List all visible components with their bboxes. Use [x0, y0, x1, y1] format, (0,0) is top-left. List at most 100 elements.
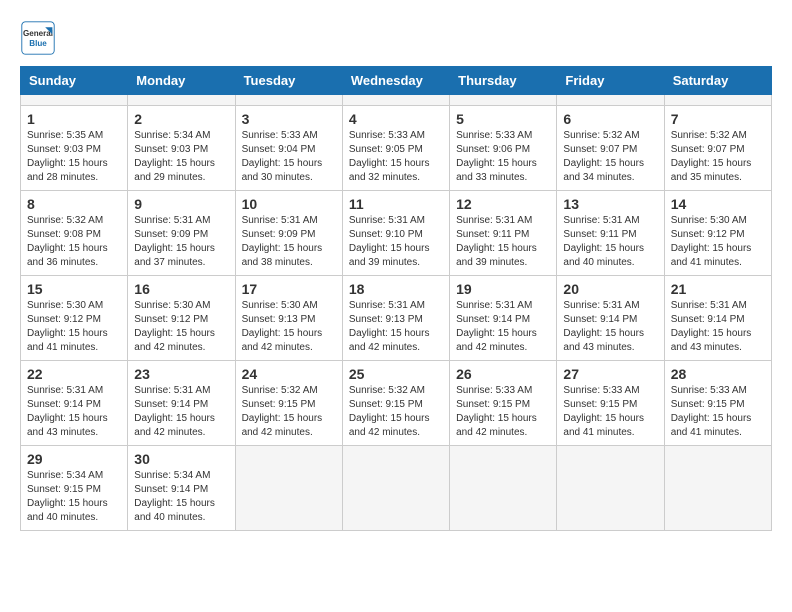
day-info: Sunrise: 5:30 AMSunset: 9:13 PMDaylight:…	[242, 300, 323, 353]
calendar-cell: 7Sunrise: 5:32 AMSunset: 9:07 PMDaylight…	[664, 106, 771, 191]
day-info: Sunrise: 5:32 AMSunset: 9:15 PMDaylight:…	[349, 385, 430, 438]
day-info: Sunrise: 5:34 AMSunset: 9:15 PMDaylight:…	[27, 470, 108, 523]
calendar-header-tuesday: Tuesday	[235, 67, 342, 95]
day-number: 16	[134, 281, 228, 297]
calendar-cell	[557, 95, 664, 106]
calendar-cell: 26 Sunrise: 5:33 AMSunset: 9:15 PMDayligh…	[450, 361, 557, 446]
day-number: 14	[671, 196, 765, 212]
calendar-cell: 20Sunrise: 5:31 AMSunset: 9:14 PMDayligh…	[557, 276, 664, 361]
calendar-cell: 29 Sunrise: 5:34 AMSunset: 9:15 PMDayligh…	[21, 446, 128, 531]
calendar-cell	[664, 446, 771, 531]
day-number: 29	[27, 451, 121, 467]
day-info: Sunrise: 5:31 AMSunset: 9:13 PMDaylight:…	[349, 300, 430, 353]
day-number: 9	[134, 196, 228, 212]
calendar-cell: 22Sunrise: 5:31 AMSunset: 9:14 PMDayligh…	[21, 361, 128, 446]
day-info: Sunrise: 5:31 AMSunset: 9:14 PMDaylight:…	[456, 300, 537, 353]
calendar-cell: 11Sunrise: 5:31 AMSunset: 9:10 PMDayligh…	[342, 191, 449, 276]
calendar-header-saturday: Saturday	[664, 67, 771, 95]
calendar-cell: 27Sunrise: 5:33 AMSunset: 9:15 PMDayligh…	[557, 361, 664, 446]
day-number: 15	[27, 281, 121, 297]
day-info: Sunrise: 5:31 AMSunset: 9:14 PMDaylight:…	[134, 385, 215, 438]
calendar-cell	[342, 446, 449, 531]
day-info: Sunrise: 5:32 AMSunset: 9:08 PMDaylight:…	[27, 215, 108, 268]
day-info: Sunrise: 5:30 AMSunset: 9:12 PMDaylight:…	[671, 215, 752, 268]
calendar-cell	[128, 95, 235, 106]
day-number: 25	[349, 366, 443, 382]
day-info: Sunrise: 5:34 AMSunset: 9:03 PMDaylight:…	[134, 130, 215, 183]
calendar-header-wednesday: Wednesday	[342, 67, 449, 95]
day-number: 1	[27, 111, 121, 127]
calendar-week-row	[21, 95, 772, 106]
calendar-cell	[664, 95, 771, 106]
day-info: Sunrise: 5:31 AMSunset: 9:09 PMDaylight:…	[242, 215, 323, 268]
calendar-cell: 5Sunrise: 5:33 AMSunset: 9:06 PMDaylight…	[450, 106, 557, 191]
calendar-cell: 21Sunrise: 5:31 AMSunset: 9:14 PMDayligh…	[664, 276, 771, 361]
calendar-cell: 9Sunrise: 5:31 AMSunset: 9:09 PMDaylight…	[128, 191, 235, 276]
logo-icon: General Blue	[20, 20, 56, 56]
calendar-week-row: 15 Sunrise: 5:30 AMSunset: 9:12 PMDayligh…	[21, 276, 772, 361]
calendar-cell: 4 Sunrise: 5:33 AMSunset: 9:05 PMDaylight…	[342, 106, 449, 191]
day-info: Sunrise: 5:32 AMSunset: 9:07 PMDaylight:…	[563, 130, 644, 183]
day-number: 19	[456, 281, 550, 297]
calendar-week-row: 22Sunrise: 5:31 AMSunset: 9:14 PMDayligh…	[21, 361, 772, 446]
calendar-week-row: 1 Sunrise: 5:35 AMSunset: 9:03 PMDaylight…	[21, 106, 772, 191]
day-info: Sunrise: 5:31 AMSunset: 9:11 PMDaylight:…	[456, 215, 537, 268]
calendar-cell: 6 Sunrise: 5:32 AMSunset: 9:07 PMDaylight…	[557, 106, 664, 191]
day-number: 6	[563, 111, 657, 127]
calendar-header-thursday: Thursday	[450, 67, 557, 95]
day-number: 17	[242, 281, 336, 297]
calendar-cell: 30 Sunrise: 5:34 AMSunset: 9:14 PMDayligh…	[128, 446, 235, 531]
calendar-cell: 3 Sunrise: 5:33 AMSunset: 9:04 PMDaylight…	[235, 106, 342, 191]
calendar-cell: 2Sunrise: 5:34 AMSunset: 9:03 PMDaylight…	[128, 106, 235, 191]
day-number: 27	[563, 366, 657, 382]
calendar-cell: 19 Sunrise: 5:31 AMSunset: 9:14 PMDayligh…	[450, 276, 557, 361]
calendar-cell: 1 Sunrise: 5:35 AMSunset: 9:03 PMDaylight…	[21, 106, 128, 191]
day-info: Sunrise: 5:33 AMSunset: 9:04 PMDaylight:…	[242, 130, 323, 183]
calendar-table: SundayMondayTuesdayWednesdayThursdayFrid…	[20, 66, 772, 531]
day-number: 30	[134, 451, 228, 467]
calendar-cell: 8 Sunrise: 5:32 AMSunset: 9:08 PMDaylight…	[21, 191, 128, 276]
calendar-header-friday: Friday	[557, 67, 664, 95]
calendar-cell: 25 Sunrise: 5:32 AMSunset: 9:15 PMDayligh…	[342, 361, 449, 446]
page-header: General Blue	[20, 20, 772, 56]
day-number: 4	[349, 111, 443, 127]
day-number: 20	[563, 281, 657, 297]
calendar-week-row: 8 Sunrise: 5:32 AMSunset: 9:08 PMDaylight…	[21, 191, 772, 276]
day-info: Sunrise: 5:35 AMSunset: 9:03 PMDaylight:…	[27, 130, 108, 183]
calendar-cell: 12 Sunrise: 5:31 AMSunset: 9:11 PMDayligh…	[450, 191, 557, 276]
calendar-cell: 24 Sunrise: 5:32 AMSunset: 9:15 PMDayligh…	[235, 361, 342, 446]
calendar-cell: 23 Sunrise: 5:31 AMSunset: 9:14 PMDayligh…	[128, 361, 235, 446]
day-number: 18	[349, 281, 443, 297]
calendar-week-row: 29 Sunrise: 5:34 AMSunset: 9:15 PMDayligh…	[21, 446, 772, 531]
svg-text:Blue: Blue	[29, 39, 47, 48]
calendar-cell: 17 Sunrise: 5:30 AMSunset: 9:13 PMDayligh…	[235, 276, 342, 361]
day-number: 12	[456, 196, 550, 212]
day-info: Sunrise: 5:33 AMSunset: 9:15 PMDaylight:…	[456, 385, 537, 438]
logo: General Blue	[20, 20, 60, 56]
day-info: Sunrise: 5:33 AMSunset: 9:06 PMDaylight:…	[456, 130, 537, 183]
day-number: 8	[27, 196, 121, 212]
calendar-cell: 13Sunrise: 5:31 AMSunset: 9:11 PMDayligh…	[557, 191, 664, 276]
day-number: 24	[242, 366, 336, 382]
calendar-cell: 18 Sunrise: 5:31 AMSunset: 9:13 PMDayligh…	[342, 276, 449, 361]
calendar-cell	[450, 446, 557, 531]
day-number: 23	[134, 366, 228, 382]
day-number: 11	[349, 196, 443, 212]
calendar-header-sunday: Sunday	[21, 67, 128, 95]
day-number: 21	[671, 281, 765, 297]
calendar-cell: 14 Sunrise: 5:30 AMSunset: 9:12 PMDayligh…	[664, 191, 771, 276]
calendar-header-monday: Monday	[128, 67, 235, 95]
calendar-cell	[235, 446, 342, 531]
day-number: 3	[242, 111, 336, 127]
day-info: Sunrise: 5:34 AMSunset: 9:14 PMDaylight:…	[134, 470, 215, 523]
day-info: Sunrise: 5:31 AMSunset: 9:11 PMDaylight:…	[563, 215, 644, 268]
calendar-cell: 10Sunrise: 5:31 AMSunset: 9:09 PMDayligh…	[235, 191, 342, 276]
day-info: Sunrise: 5:32 AMSunset: 9:15 PMDaylight:…	[242, 385, 323, 438]
calendar-cell: 16Sunrise: 5:30 AMSunset: 9:12 PMDayligh…	[128, 276, 235, 361]
day-info: Sunrise: 5:33 AMSunset: 9:05 PMDaylight:…	[349, 130, 430, 183]
day-number: 28	[671, 366, 765, 382]
day-number: 26	[456, 366, 550, 382]
day-info: Sunrise: 5:30 AMSunset: 9:12 PMDaylight:…	[27, 300, 108, 353]
day-info: Sunrise: 5:31 AMSunset: 9:14 PMDaylight:…	[27, 385, 108, 438]
calendar-cell	[21, 95, 128, 106]
